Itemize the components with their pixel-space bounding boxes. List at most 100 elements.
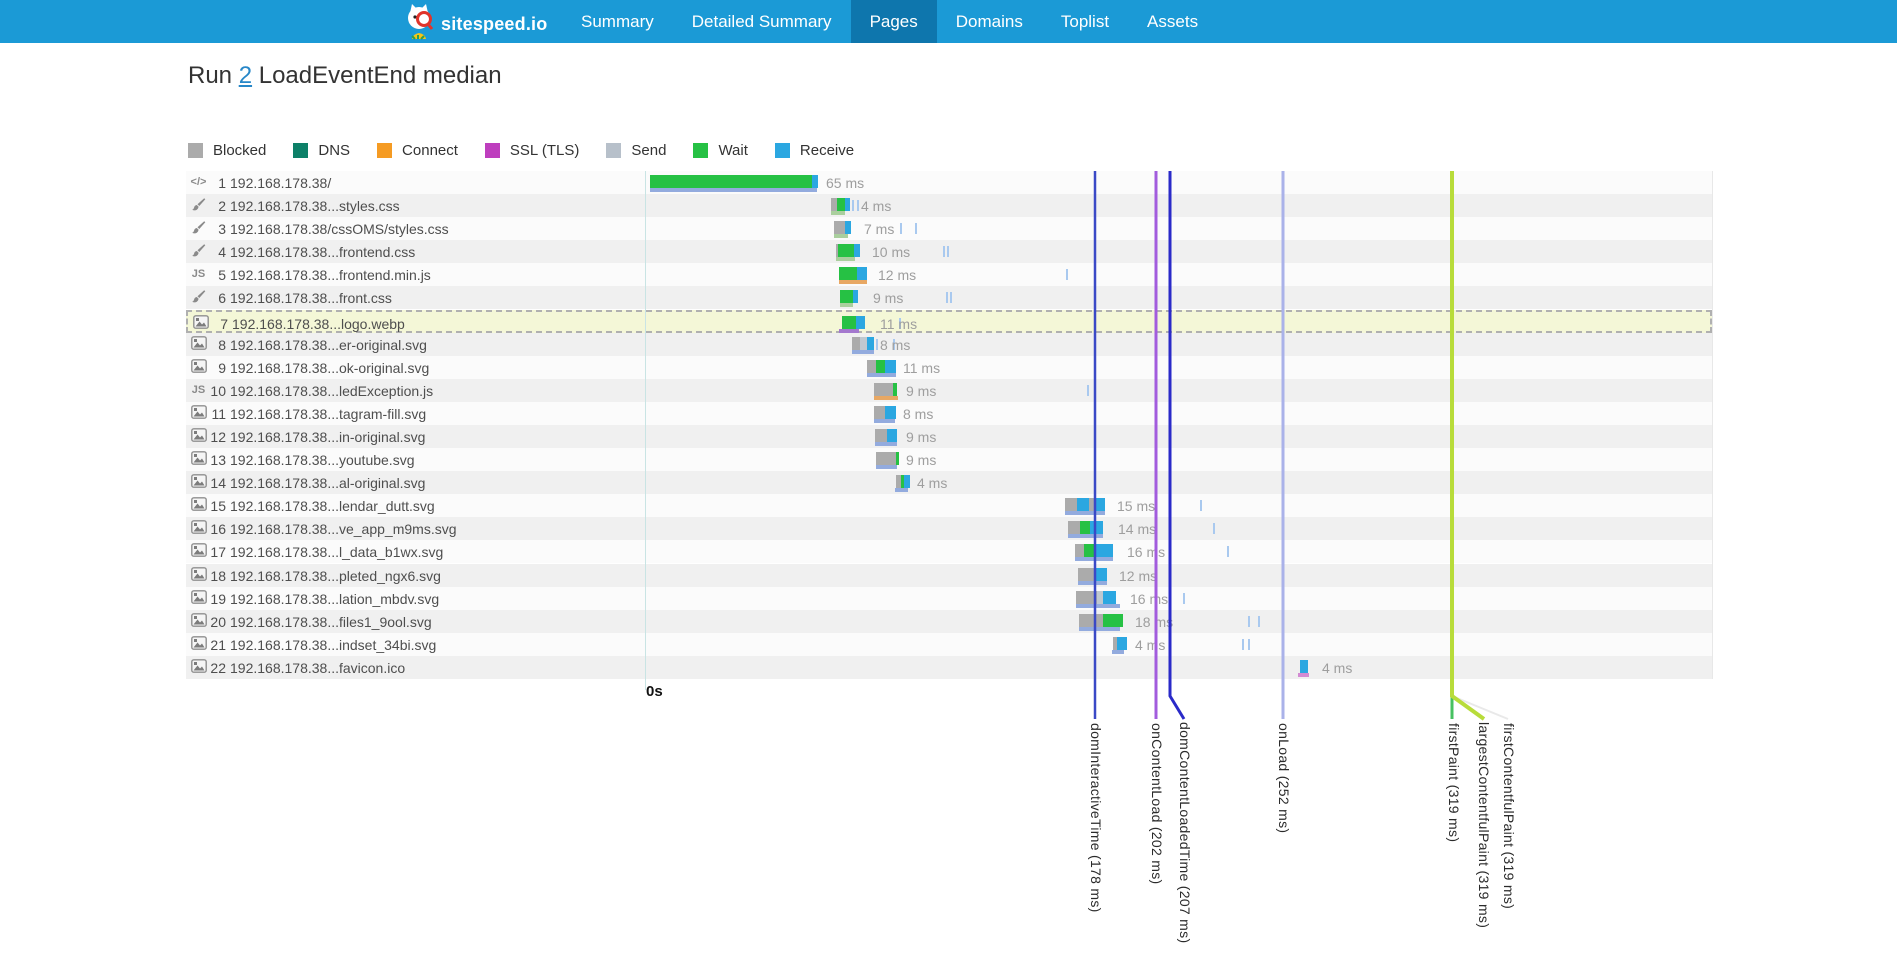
phase-segment-blocked — [834, 221, 845, 234]
legend-item-receive: Receive — [775, 142, 854, 159]
event-tick — [946, 292, 948, 303]
phase-segment-blocked — [1078, 568, 1095, 581]
request-url: 192.168.178.38...favicon.ico — [230, 660, 405, 676]
request-url: 192.168.178.38...lation_mbdv.svg — [230, 591, 439, 607]
phase-segment-receive — [1103, 591, 1116, 604]
img-file-icon — [189, 336, 208, 353]
nav-item-toplist[interactable]: Toplist — [1042, 0, 1128, 43]
request-number: 14 — [207, 475, 226, 491]
nav-item-assets[interactable]: Assets — [1128, 0, 1217, 43]
img-file-icon — [189, 567, 208, 584]
phase-segment-receive — [885, 406, 896, 419]
duration-label: 65 ms — [826, 175, 864, 191]
img-file-icon — [189, 428, 208, 445]
js-file-icon: JS — [189, 382, 208, 399]
event-tick — [857, 200, 859, 211]
legend-label: SSL (TLS) — [510, 142, 579, 159]
legend-label: Receive — [800, 142, 854, 159]
legend-label: Connect — [402, 142, 458, 159]
run-number-link[interactable]: 2 — [239, 62, 252, 89]
phase-segment-receive — [887, 429, 897, 442]
duration-label: 11 ms — [903, 360, 940, 376]
gridline-right-edge — [1712, 171, 1713, 679]
phase-segment-receive — [904, 475, 910, 488]
phase-segment-receive — [1117, 637, 1127, 650]
request-url: 192.168.178.38...frontend.min.js — [230, 267, 431, 283]
phase-segment-receive — [1300, 660, 1308, 673]
phase-segment-blocked — [1075, 544, 1084, 557]
phase-segment-wait — [896, 452, 899, 465]
phase-segment-receive — [845, 221, 851, 234]
phase-segment-wait — [838, 244, 854, 257]
nav-item-detailed-summary[interactable]: Detailed Summary — [673, 0, 851, 43]
title-prefix: Run — [188, 62, 232, 89]
event-tick — [915, 223, 917, 234]
event-tick — [1248, 639, 1250, 650]
duration-label: 8 ms — [903, 406, 933, 422]
request-number: 8 — [207, 337, 226, 353]
request-number: 3 — [207, 221, 226, 237]
request-url: 192.168.178.38...youtube.svg — [230, 452, 414, 468]
waterfall-row: 20192.168.178.38...files1_9ool.svg18 ms — [186, 610, 1712, 633]
request-number: 5 — [207, 267, 226, 283]
event-tick — [1258, 616, 1260, 627]
request-number: 13 — [207, 452, 226, 468]
phase-segment-receive — [812, 175, 818, 188]
sitespeed-cat-logo-icon — [404, 3, 434, 45]
request-number: 9 — [207, 360, 226, 376]
nav-item-domains[interactable]: Domains — [937, 0, 1042, 43]
duration-label: 4 ms — [1322, 660, 1352, 676]
request-number: 17 — [207, 544, 226, 560]
duration-label: 18 ms — [1135, 614, 1173, 630]
img-file-icon — [189, 590, 208, 607]
legend-label: Wait — [718, 142, 747, 159]
css-file-icon — [189, 197, 208, 214]
request-number: 22 — [207, 660, 226, 676]
duration-label: 9 ms — [906, 429, 936, 445]
waterfall-row: 18192.168.178.38...pleted_ngx6.svg12 ms — [186, 564, 1712, 587]
phase-segment-blocked — [875, 429, 887, 442]
phase-segment-receive — [1094, 498, 1105, 511]
top-nav: sitespeed.io SummaryDetailed SummaryPage… — [0, 0, 1897, 43]
waterfall-row: 4192.168.178.38...frontend.css10 ms — [186, 240, 1712, 263]
phase-segment-blocked — [1076, 591, 1097, 604]
event-tick — [1183, 593, 1185, 604]
nav-item-pages[interactable]: Pages — [851, 0, 937, 43]
request-url: 192.168.178.38...al-original.svg — [230, 475, 425, 491]
request-url: 192.168.178.38...lendar_dutt.svg — [230, 498, 435, 514]
duration-label: 10 ms — [872, 244, 910, 260]
brand-name: sitespeed.io — [441, 14, 547, 35]
request-number: 18 — [207, 568, 226, 584]
duration-label: 8 ms — [880, 337, 910, 353]
event-tick — [947, 246, 949, 257]
waterfall-row: 15192.168.178.38...lendar_dutt.svg15 ms — [186, 494, 1712, 517]
waterfall-row: 22192.168.178.38...favicon.ico 4 ms — [186, 656, 1712, 679]
phase-understrip-magenta — [1298, 673, 1309, 677]
duration-label: 14 ms — [1118, 521, 1156, 537]
phase-understrip-periwinkle — [867, 373, 896, 377]
waterfall-row: JS10192.168.178.38...ledException.js9 ms — [186, 379, 1712, 402]
phase-segment-wait — [842, 316, 856, 329]
duration-label: 11 ms — [880, 316, 917, 332]
legend-swatch — [775, 143, 790, 158]
event-tick — [1242, 639, 1244, 650]
marker-label-firstPaint: firstPaint (319 ms) — [1446, 723, 1462, 842]
phase-segment-wait — [876, 360, 885, 373]
event-tick — [876, 339, 878, 350]
waterfall-row: 6192.168.178.38...front.css9 ms — [186, 286, 1712, 309]
legend-label: Send — [631, 142, 666, 159]
phase-segment-receive — [856, 316, 865, 329]
phase-segment-wait — [1103, 614, 1123, 627]
request-number: 4 — [207, 244, 226, 260]
phase-understrip-periwinkle — [1065, 511, 1105, 515]
waterfall-row: 21192.168.178.38...indset_34bi.svg4 ms — [186, 633, 1712, 656]
phase-segment-wait — [650, 175, 812, 188]
phase-understrip-periwinkle — [1112, 650, 1124, 654]
nav-item-summary[interactable]: Summary — [562, 0, 673, 43]
phase-understrip-periwinkle — [895, 488, 908, 492]
legend-swatch — [188, 143, 203, 158]
img-file-icon — [189, 451, 208, 468]
brand[interactable]: sitespeed.io — [404, 3, 547, 45]
phase-understrip-orange — [874, 396, 898, 400]
css-file-icon — [189, 243, 208, 260]
